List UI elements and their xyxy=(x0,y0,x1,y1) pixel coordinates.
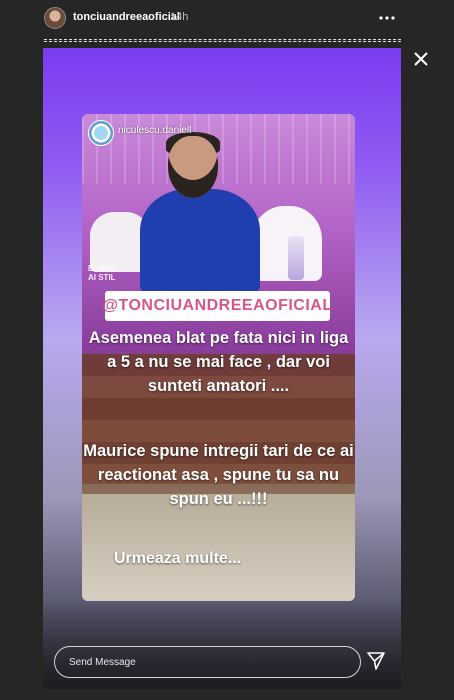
story-header: tonciuandreeaoficial 14h xyxy=(0,0,454,36)
caption-block-3: Urmeaza multe... xyxy=(114,550,242,567)
tv-logo-line2: AI STIL xyxy=(88,273,116,282)
embedded-avatar xyxy=(88,120,114,146)
mention-sticker[interactable]: @TONCIUANDREEAOFICIAL xyxy=(102,291,332,321)
caption-block-1: Asemenea blat pe fata nici in liga a 5 a… xyxy=(88,329,349,395)
close-icon[interactable] xyxy=(412,50,430,68)
paper-plane-icon[interactable] xyxy=(366,651,386,671)
story-progress-bar xyxy=(44,39,401,42)
chair-right xyxy=(252,206,322,281)
person-body xyxy=(140,189,260,294)
tv-logo-line1: BRAVO xyxy=(88,264,117,273)
story-frame[interactable]: niculescu.daniell BRAVO AI STIL @TONCIUA… xyxy=(43,48,401,689)
embedded-video-screenshot: niculescu.daniell BRAVO AI STIL @TONCIUA… xyxy=(82,114,355,601)
story-username[interactable]: tonciuandreeaoficial xyxy=(73,11,180,23)
embedded-username: niculescu.daniell xyxy=(118,125,192,136)
person-head xyxy=(168,136,218,198)
more-horizontal-icon[interactable] xyxy=(378,10,396,26)
caption-block-2: Maurice spune intregii tari de ce ai rea… xyxy=(83,442,354,508)
send-message-input[interactable]: Send Message xyxy=(54,646,361,678)
avatar[interactable] xyxy=(44,7,66,29)
story-timestamp: 14h xyxy=(170,11,189,23)
tv-logo: BRAVO AI STIL xyxy=(88,264,116,282)
bottle xyxy=(288,236,304,280)
